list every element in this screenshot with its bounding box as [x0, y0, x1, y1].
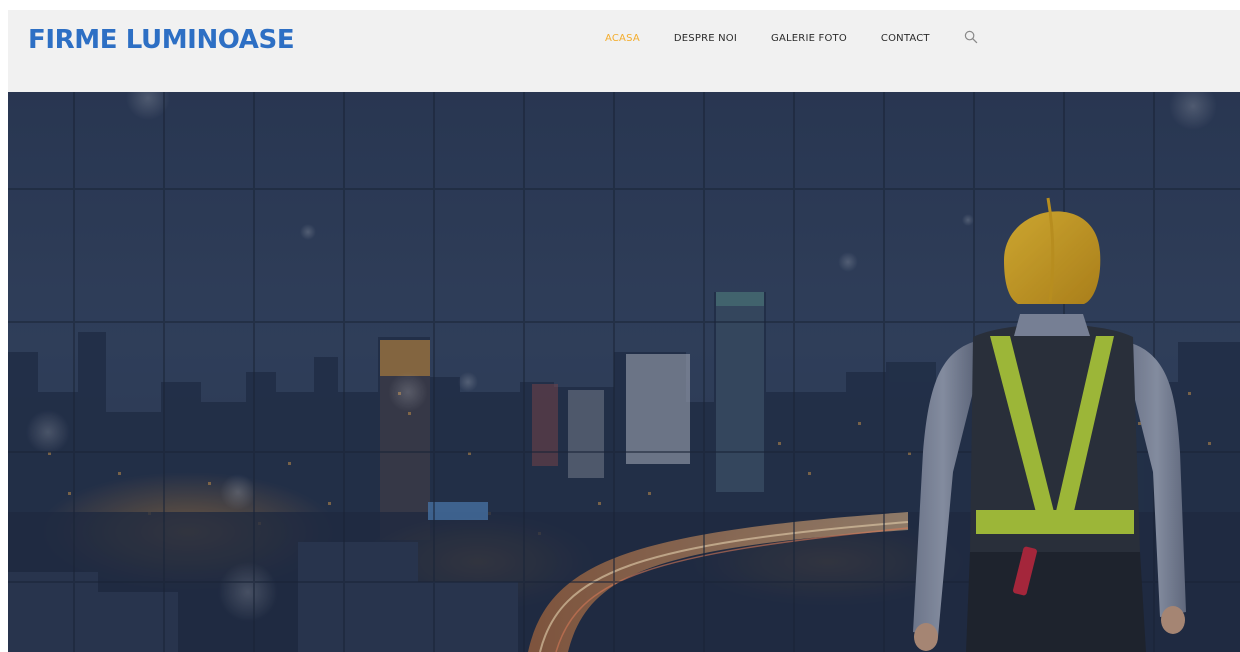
nav-item-contact[interactable]: CONTACT [881, 33, 930, 44]
nav-item-despre-noi[interactable]: DESPRE NOI [674, 33, 737, 44]
hero-banner [8, 92, 1240, 652]
nav-item-galerie-foto[interactable]: GALERIE FOTO [771, 33, 847, 44]
site-logo[interactable]: FIRME LUMINOASE [28, 25, 295, 55]
site-header: FIRME LUMINOASE ACASA DESPRE NOI GALERIE… [8, 10, 1240, 92]
hero-image [8, 92, 1240, 652]
page: FIRME LUMINOASE ACASA DESPRE NOI GALERIE… [0, 0, 1240, 652]
main-nav: ACASA DESPRE NOI GALERIE FOTO CONTACT [605, 30, 978, 44]
nav-item-acasa[interactable]: ACASA [605, 33, 640, 44]
search-icon[interactable] [964, 30, 978, 44]
